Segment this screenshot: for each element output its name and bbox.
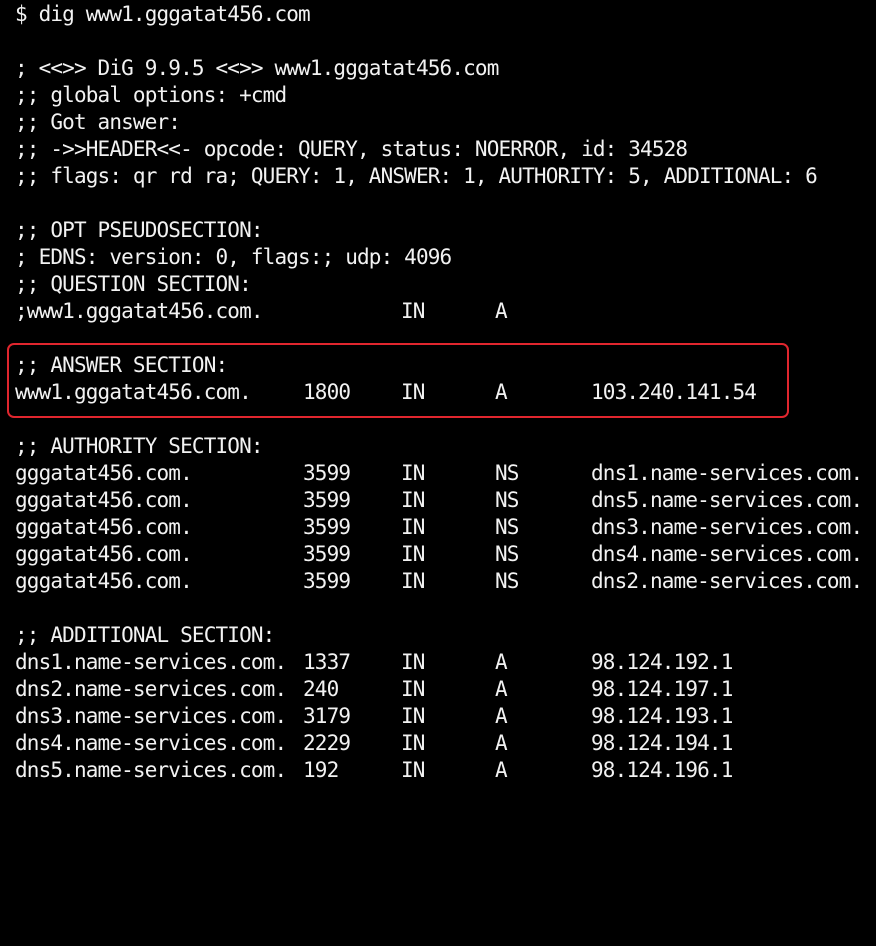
- record-name: dns4.name-services.com.: [15, 731, 287, 755]
- record-name: dns3.name-services.com.: [15, 704, 287, 728]
- record-ttl: 1337: [303, 650, 351, 674]
- answer-section-title: ;; ANSWER SECTION:: [15, 353, 228, 377]
- record-data: dns1.name-services.com.: [591, 461, 863, 485]
- record-class: IN: [401, 515, 425, 539]
- record-name: gggatat456.com.: [15, 488, 193, 512]
- record-ttl: 192: [303, 758, 339, 782]
- record-type: A: [495, 677, 508, 701]
- authority-record: gggatat456.com. 3599 IN NS dns2.name-ser…: [15, 568, 863, 595]
- record-class: IN: [401, 542, 425, 566]
- record-ttl: 3599: [303, 542, 351, 566]
- dig-version-line: ; <<>> DiG 9.9.5 <<>> www1.gggatat456.co…: [15, 56, 499, 80]
- record-type: NS: [495, 515, 519, 539]
- command-line: $ dig www1.gggatat456.com: [15, 2, 311, 26]
- record-type: A: [495, 731, 508, 755]
- authority-section-title: ;; AUTHORITY SECTION:: [15, 434, 264, 458]
- question-record: ;www1.gggatat456.com. IN A: [15, 298, 508, 325]
- authority-record: gggatat456.com. 3599 IN NS dns4.name-ser…: [15, 541, 863, 568]
- record-name: dns5.name-services.com.: [15, 758, 287, 782]
- record-class: IN: [401, 569, 425, 593]
- flags-line: ;; flags: qr rd ra; QUERY: 1, ANSWER: 1,…: [15, 164, 818, 188]
- header-opcode-line: ;; ->>HEADER<<- opcode: QUERY, status: N…: [15, 137, 688, 161]
- additional-record: dns2.name-services.com. 240 IN A 98.124.…: [15, 676, 733, 703]
- answer-record: www1.gggatat456.com. 1800 IN A 103.240.1…: [15, 379, 757, 406]
- record-data: 98.124.197.1: [591, 677, 733, 701]
- record-type: A: [495, 758, 508, 782]
- record-type: A: [495, 704, 508, 728]
- record-data: 103.240.141.54: [591, 380, 757, 404]
- record-class: IN: [401, 731, 425, 755]
- record-type: NS: [495, 569, 519, 593]
- record-data: 98.124.192.1: [591, 650, 733, 674]
- record-class: IN: [401, 704, 425, 728]
- got-answer-line: ;; Got answer:: [15, 110, 181, 134]
- record-type: A: [495, 380, 508, 404]
- record-ttl: 3599: [303, 461, 351, 485]
- global-options-line: ;; global options: +cmd: [15, 83, 287, 107]
- record-name: www1.gggatat456.com.: [15, 380, 252, 404]
- record-name: dns1.name-services.com.: [15, 650, 287, 674]
- record-class: IN: [401, 488, 425, 512]
- additional-record: dns4.name-services.com. 2229 IN A 98.124…: [15, 730, 733, 757]
- record-class: IN: [401, 650, 425, 674]
- record-data: 98.124.196.1: [591, 758, 733, 782]
- record-data: dns3.name-services.com.: [591, 515, 863, 539]
- additional-record: dns3.name-services.com. 3179 IN A 98.124…: [15, 703, 733, 730]
- record-data: 98.124.193.1: [591, 704, 733, 728]
- record-data: 98.124.194.1: [591, 731, 733, 755]
- record-ttl: 3599: [303, 488, 351, 512]
- record-type: NS: [495, 542, 519, 566]
- record-data: dns2.name-services.com.: [591, 569, 863, 593]
- record-ttl: 2229: [303, 731, 351, 755]
- record-name: gggatat456.com.: [15, 461, 193, 485]
- record-ttl: 3599: [303, 515, 351, 539]
- record-type: A: [495, 650, 508, 674]
- authority-record: gggatat456.com. 3599 IN NS dns1.name-ser…: [15, 460, 863, 487]
- record-class: IN: [401, 299, 425, 323]
- record-type: A: [495, 299, 508, 323]
- record-class: IN: [401, 380, 425, 404]
- record-name: ;www1.gggatat456.com.: [15, 299, 264, 323]
- record-name: gggatat456.com.: [15, 515, 193, 539]
- authority-record: gggatat456.com. 3599 IN NS dns3.name-ser…: [15, 514, 863, 541]
- additional-section-title: ;; ADDITIONAL SECTION:: [15, 623, 275, 647]
- record-ttl: 240: [303, 677, 339, 701]
- record-class: IN: [401, 677, 425, 701]
- question-section-title: ;; QUESTION SECTION:: [15, 272, 252, 296]
- record-ttl: 3179: [303, 704, 351, 728]
- record-class: IN: [401, 461, 425, 485]
- record-data: dns4.name-services.com.: [591, 542, 863, 566]
- record-ttl: 1800: [303, 380, 351, 404]
- additional-record: dns5.name-services.com. 192 IN A 98.124.…: [15, 757, 733, 784]
- authority-record: gggatat456.com. 3599 IN NS dns5.name-ser…: [15, 487, 863, 514]
- opt-section-title: ;; OPT PSEUDOSECTION:: [15, 218, 264, 242]
- record-class: IN: [401, 758, 425, 782]
- terminal-window[interactable]: $ dig www1.gggatat456.com ; <<>> DiG 9.9…: [0, 0, 876, 799]
- record-name: gggatat456.com.: [15, 542, 193, 566]
- record-data: dns5.name-services.com.: [591, 488, 863, 512]
- additional-record: dns1.name-services.com. 1337 IN A 98.124…: [15, 649, 733, 676]
- record-name: gggatat456.com.: [15, 569, 193, 593]
- record-type: NS: [495, 488, 519, 512]
- record-name: dns2.name-services.com.: [15, 677, 287, 701]
- record-type: NS: [495, 461, 519, 485]
- edns-line: ; EDNS: version: 0, flags:; udp: 4096: [15, 245, 452, 269]
- record-ttl: 3599: [303, 569, 351, 593]
